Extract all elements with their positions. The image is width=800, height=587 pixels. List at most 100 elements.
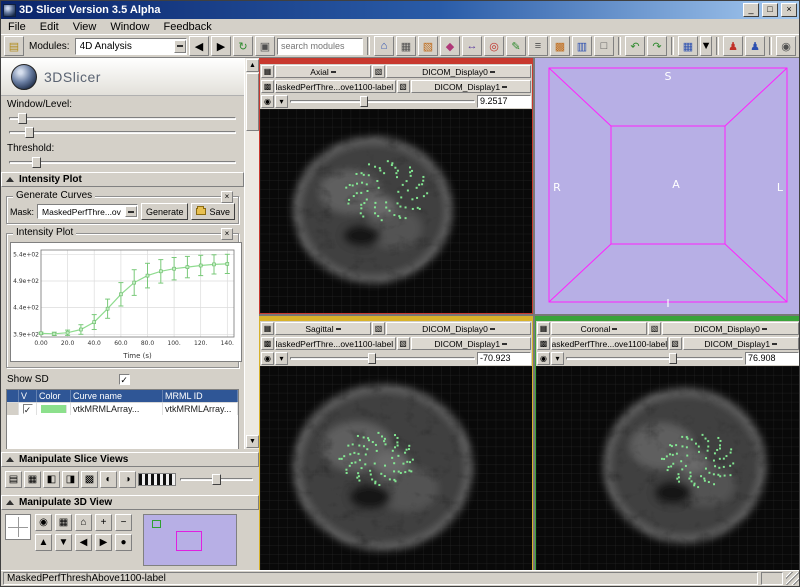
search-input[interactable]	[277, 38, 363, 55]
view3d-tool-icon-7[interactable]: ▼	[55, 534, 72, 551]
module-history-icon[interactable]: ▣	[255, 36, 275, 56]
cameras-module-icon[interactable]: ▥	[572, 36, 592, 56]
measurements-module-icon[interactable]: ≡	[528, 36, 548, 56]
view3d-navigation-preview[interactable]	[143, 514, 237, 566]
coronal-slider-thumb[interactable]	[669, 353, 677, 364]
group-close-icon[interactable]: ×	[221, 191, 233, 203]
foreground-layer-icon[interactable]: ▧	[372, 322, 385, 335]
coronal-orientation-combo[interactable]: Coronal	[551, 322, 647, 335]
slice-tool-icon-2[interactable]: ▦	[24, 471, 41, 488]
models-module-icon[interactable]: ◆	[440, 36, 460, 56]
layout-icon[interactable]: ▦	[678, 36, 698, 56]
scene-folder-icon[interactable]: ▤	[4, 36, 24, 56]
fiducial-person-blue-icon[interactable]: ♟	[745, 36, 765, 56]
slice-menu-icon[interactable]: ▦	[261, 65, 274, 78]
axial-offset-slider[interactable]	[289, 95, 476, 108]
data-module-icon[interactable]: ▦	[396, 36, 416, 56]
menu-feedback[interactable]: Feedback	[156, 21, 218, 33]
sagittal-slider-thumb[interactable]	[368, 353, 376, 364]
module-prev-icon[interactable]: ◀	[189, 36, 209, 56]
scrollbar-thumb[interactable]	[246, 73, 259, 131]
coronal-display1-combo[interactable]: DICOM_Display1	[683, 337, 800, 350]
menu-window[interactable]: Window	[103, 21, 156, 33]
foreground-layer-icon[interactable]: ▧	[372, 65, 385, 78]
table-row[interactable]: ✓ vtkMRMLArray... vtkMRMLArray...	[7, 402, 238, 415]
level-slider-thumb[interactable]	[25, 127, 34, 138]
scroll-up-icon[interactable]: ▲	[246, 59, 259, 72]
sagittal-display0-combo[interactable]: DICOM_Display0	[386, 322, 531, 335]
view3d-tool-icon-8[interactable]: ◀	[75, 534, 92, 551]
expand-chevron-icon[interactable]: ▾	[551, 352, 564, 365]
sagittal-label-combo[interactable]: MaskedPerfThre...ove1100-label	[275, 337, 396, 350]
section-intensity-plot[interactable]: Intensity Plot	[1, 172, 244, 187]
threshold-slider[interactable]	[9, 156, 236, 169]
axial-slider-thumb[interactable]	[360, 96, 368, 107]
slice-tool-icon-7[interactable]: ◑	[119, 471, 136, 488]
view3d-tool-icon-6[interactable]: ▲	[35, 534, 52, 551]
label-layer-icon[interactable]: ▩	[537, 337, 550, 350]
menu-view[interactable]: View	[66, 21, 104, 33]
coronal-image[interactable]	[536, 366, 800, 571]
modules-combo[interactable]: 4D Analysis	[75, 38, 187, 55]
minimize-icon[interactable]: _	[743, 3, 759, 17]
axial-display0-combo[interactable]: DICOM_Display0	[386, 65, 531, 78]
label-layer-icon[interactable]: ▩	[261, 80, 274, 93]
level-slider[interactable]	[9, 126, 236, 139]
combo-menu-icon[interactable]	[174, 40, 186, 53]
combo-menu-icon[interactable]	[125, 206, 137, 217]
undo-icon[interactable]: ↶	[625, 36, 645, 56]
fiducial-person-red-icon[interactable]: ♟	[723, 36, 743, 56]
editor-module-icon[interactable]: ✎	[506, 36, 526, 56]
view3d-tool-icon-2[interactable]: ▦	[55, 514, 72, 531]
window-slider-thumb[interactable]	[18, 113, 27, 124]
view3d-tool-icon-9[interactable]: ▶	[95, 534, 112, 551]
label-opacity-slider[interactable]	[180, 473, 253, 486]
view3d-tool-icon-5[interactable]: −	[115, 514, 132, 531]
scroll-down-icon[interactable]: ▼	[246, 435, 259, 448]
axial-label-combo[interactable]: MaskedPerfThre...ove1100-label	[275, 80, 396, 93]
slice-tool-icon-1[interactable]: ▤	[5, 471, 22, 488]
module-next-icon[interactable]: ▶	[211, 36, 231, 56]
coronal-offset-slider[interactable]	[565, 352, 744, 365]
window-slider[interactable]	[9, 112, 236, 125]
transforms-module-icon[interactable]: ↔	[462, 36, 482, 56]
view3d-tool-icon-3[interactable]: ⌂	[75, 514, 92, 531]
show-sd-checkbox[interactable]: ✓	[119, 374, 130, 385]
orientation-gizmo[interactable]	[5, 514, 31, 540]
intensity-plot[interactable]: 3.9e+024.4e+024.9e+025.4e+020.0020.040.0…	[10, 242, 242, 362]
axial-orientation-combo[interactable]: Axial	[275, 65, 371, 78]
close-icon[interactable]: ×	[781, 3, 797, 17]
sagittal-display1-combo[interactable]: DICOM_Display1	[411, 337, 532, 350]
group-close-icon[interactable]: ×	[221, 228, 233, 240]
menu-file[interactable]: File	[1, 21, 33, 33]
slice-tool-icon-3[interactable]: ◧	[43, 471, 60, 488]
slice-menu-icon[interactable]: ▦	[537, 322, 550, 335]
label-layer-icon[interactable]: ▩	[261, 337, 274, 350]
section-manipulate-3d-view[interactable]: Manipulate 3D View	[1, 495, 259, 510]
expand-chevron-icon[interactable]: ▾	[275, 352, 288, 365]
redo-icon[interactable]: ↷	[647, 36, 667, 56]
view3d-tool-icon-1[interactable]: ◉	[35, 514, 52, 531]
volumes-module-icon[interactable]: ▧	[418, 36, 438, 56]
visibility-eye-icon[interactable]: ◉	[537, 352, 550, 365]
module-reload-icon[interactable]: ↻	[233, 36, 253, 56]
coronal-display0-combo[interactable]: DICOM_Display0	[662, 322, 799, 335]
layout-dropdown-icon[interactable]: ▼	[700, 36, 712, 56]
resize-grip[interactable]	[786, 572, 799, 585]
generate-button[interactable]: Generate	[141, 203, 189, 220]
maximize-icon[interactable]: □	[762, 3, 778, 17]
view3d-tool-icon-10[interactable]: ●	[115, 534, 132, 551]
background-layer-icon[interactable]: ▧	[397, 337, 410, 350]
visibility-eye-icon[interactable]: ◉	[261, 95, 274, 108]
visibility-eye-icon[interactable]: ◉	[261, 352, 274, 365]
slice-menu-icon[interactable]: ▦	[261, 322, 274, 335]
colors-module-icon[interactable]: ▩	[550, 36, 570, 56]
coronal-label-combo[interactable]: MaskedPerfThre...ove1100-label	[551, 337, 668, 350]
axial-display1-combo[interactable]: DICOM_Display1	[411, 80, 532, 93]
background-layer-icon[interactable]: ▧	[397, 80, 410, 93]
menu-edit[interactable]: Edit	[33, 21, 66, 33]
fiducials-module-icon[interactable]: ◎	[484, 36, 504, 56]
panel-scrollbar[interactable]: ▲ ▼	[244, 58, 259, 449]
view-3d[interactable]: S R A L I	[535, 58, 800, 314]
save-button[interactable]: Save	[191, 203, 235, 220]
